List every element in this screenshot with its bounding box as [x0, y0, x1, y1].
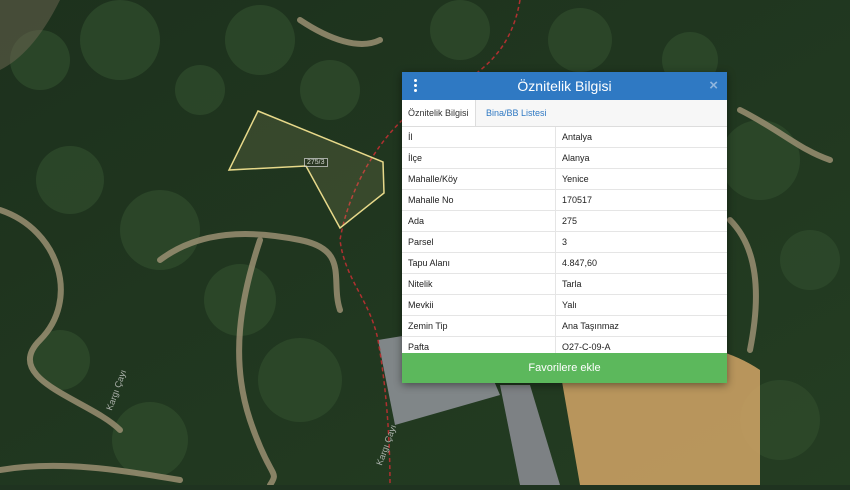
table-row: İl Antalya [402, 127, 727, 148]
attribute-key: Mevkii [402, 294, 556, 316]
table-row: Tapu Alanı 4.847,60 [402, 252, 727, 274]
table-row: İlçe Alanya [402, 147, 727, 169]
attribute-key: Tapu Alanı [402, 252, 556, 274]
attribute-key: Zemin Tip [402, 315, 556, 337]
attribute-value: Yalı [555, 294, 727, 316]
panel-header: Öznitelik Bilgisi × [402, 72, 727, 100]
attribute-value: 170517 [555, 189, 727, 211]
table-row: Parsel 3 [402, 231, 727, 253]
attribute-value: 275 [555, 210, 727, 232]
tab-bar: Öznitelik Bilgisi Bina/BB Listesi [402, 100, 727, 127]
attribute-key: Mahalle No [402, 189, 556, 211]
tab-building-list[interactable]: Bina/BB Listesi [480, 100, 553, 126]
close-icon[interactable]: × [709, 77, 718, 94]
attribute-key: Ada [402, 210, 556, 232]
attribute-value: Tarla [555, 273, 727, 295]
table-row: Nitelik Tarla [402, 273, 727, 295]
attribute-value: Alanya [555, 147, 727, 169]
table-row: Zemin Tip Ana Taşınmaz [402, 315, 727, 337]
attribute-key: Mahalle/Köy [402, 168, 556, 190]
attribute-table: İl Antalya İlçe Alanya Mahalle/Köy Yenice Maha… [402, 127, 727, 358]
parcel-label: 275/3 [304, 158, 328, 167]
attribute-key: İl [402, 127, 556, 148]
attribute-info-panel: Öznitelik Bilgisi × Öznitelik Bilgisi Bi… [402, 72, 727, 383]
attribute-value: 3 [555, 231, 727, 253]
add-to-favorites-button[interactable]: Favorilere ekle [402, 353, 727, 383]
attribute-value: 4.847,60 [555, 252, 727, 274]
table-row: Mevkii Yalı [402, 294, 727, 316]
attribute-key: Parsel [402, 231, 556, 253]
table-row: Mahalle No 170517 [402, 189, 727, 211]
tab-attribute-info[interactable]: Öznitelik Bilgisi [402, 100, 476, 126]
attribute-key: İlçe [402, 147, 556, 169]
attribute-value: Yenice [555, 168, 727, 190]
table-row: Ada 275 [402, 210, 727, 232]
panel-title: Öznitelik Bilgisi [517, 78, 612, 94]
table-row: Mahalle/Köy Yenice [402, 168, 727, 190]
attribute-value: Ana Taşınmaz [555, 315, 727, 337]
attribute-value: Antalya [555, 127, 727, 148]
attribute-key: Nitelik [402, 273, 556, 295]
